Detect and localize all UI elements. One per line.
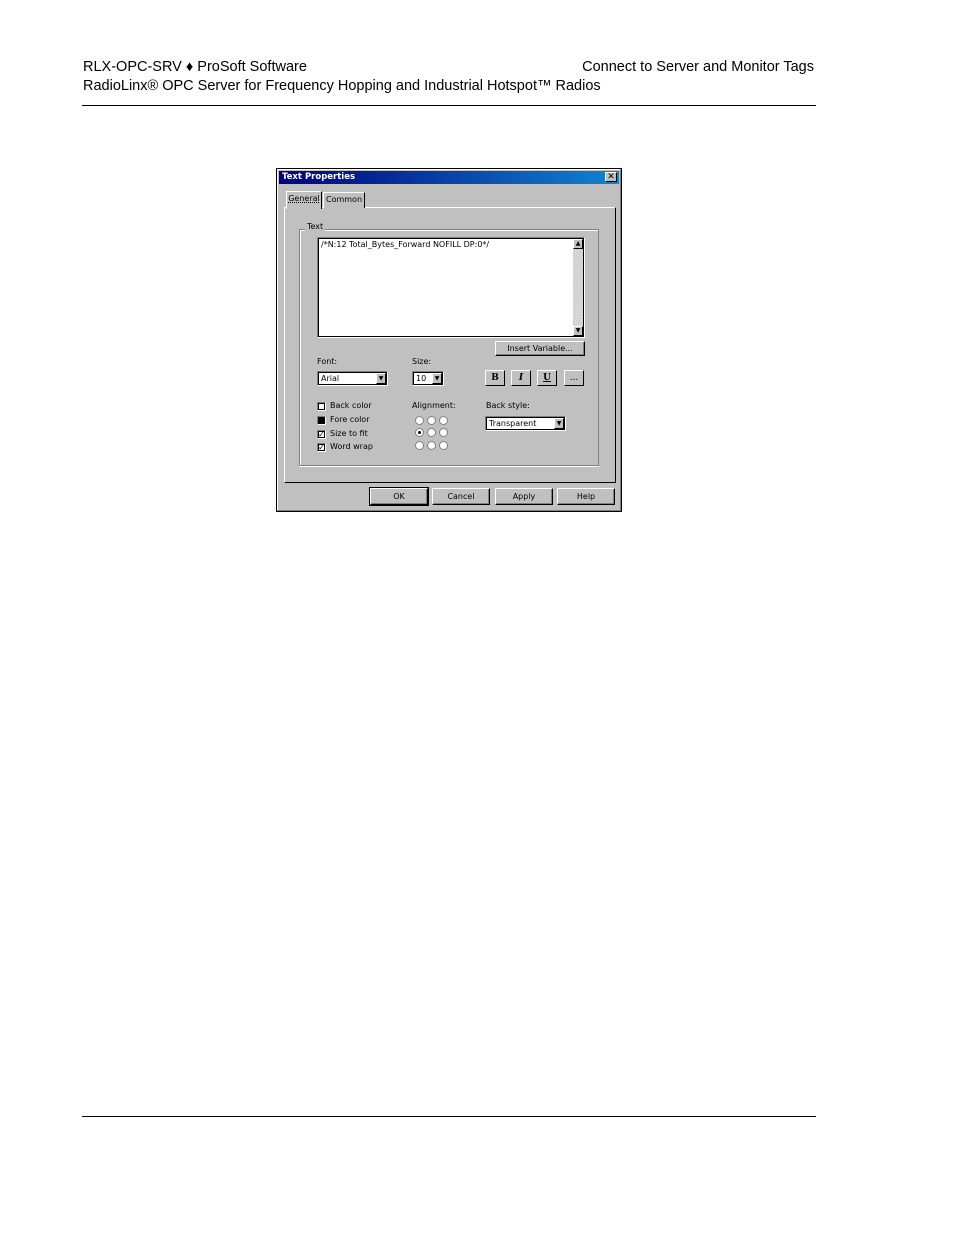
divider xyxy=(299,465,599,467)
header-rule xyxy=(82,105,816,106)
tab-common[interactable]: Common xyxy=(323,192,365,208)
text-scrollbar[interactable]: ▲ ▼ xyxy=(573,239,583,336)
align-middle-right-radio[interactable] xyxy=(439,428,448,437)
dialog-titlebar[interactable]: Text Properties ✕ xyxy=(279,171,619,184)
insert-variable-button[interactable]: Insert Variable... xyxy=(495,341,585,356)
underline-button[interactable]: U xyxy=(537,370,557,386)
cancel-button[interactable]: Cancel xyxy=(432,488,490,505)
size-select[interactable]: 10 ▼ xyxy=(412,371,444,386)
font-label: Font: xyxy=(317,357,338,366)
align-bottom-right-radio[interactable] xyxy=(439,441,448,450)
size-to-fit-label: Size to fit xyxy=(330,429,368,438)
back-style-label: Back style: xyxy=(486,401,530,410)
document-header-left: RLX-OPC-SRV ♦ ProSoft Software RadioLinx… xyxy=(83,58,601,96)
align-top-center-radio[interactable] xyxy=(427,416,436,425)
fore-color-label: Fore color xyxy=(330,415,370,424)
align-top-right-radio[interactable] xyxy=(439,416,448,425)
fore-color-checkbox[interactable] xyxy=(317,416,326,425)
size-label: Size: xyxy=(412,357,432,366)
text-properties-dialog: Text Properties ✕ General Common Text /*… xyxy=(276,168,622,512)
alignment-label: Alignment: xyxy=(412,401,456,410)
close-icon[interactable]: ✕ xyxy=(605,172,617,182)
header-section-title: Connect to Server and Monitor Tags xyxy=(582,59,814,75)
back-style-select-value: Transparent xyxy=(489,419,537,428)
apply-button[interactable]: Apply xyxy=(495,488,553,505)
align-top-left-radio[interactable] xyxy=(415,416,424,425)
tab-general[interactable]: General xyxy=(286,191,322,209)
word-wrap-label: Word wrap xyxy=(330,442,373,451)
back-style-select[interactable]: Transparent ▼ xyxy=(485,416,566,431)
back-color-label: Back color xyxy=(330,401,372,410)
ok-button[interactable]: OK xyxy=(369,487,429,506)
help-button[interactable]: Help xyxy=(557,488,615,505)
chevron-down-icon[interactable]: ▼ xyxy=(376,373,386,384)
more-format-button[interactable]: ... xyxy=(564,370,584,386)
text-group-label: Text xyxy=(305,222,326,231)
scroll-up-icon[interactable]: ▲ xyxy=(573,239,583,249)
font-select-value: Arial xyxy=(321,374,340,383)
align-middle-left-radio[interactable] xyxy=(415,428,424,437)
align-bottom-center-radio[interactable] xyxy=(427,441,436,450)
header-product-line: RLX-OPC-SRV ♦ ProSoft Software xyxy=(83,59,307,75)
scroll-down-icon[interactable]: ▼ xyxy=(573,326,583,336)
italic-button[interactable]: I xyxy=(511,370,531,386)
chevron-down-icon[interactable]: ▼ xyxy=(554,418,564,429)
bold-button[interactable]: B xyxy=(485,370,505,386)
dialog-title: Text Properties xyxy=(282,172,356,182)
align-bottom-left-radio[interactable] xyxy=(415,441,424,450)
size-to-fit-checkbox[interactable]: ✓ xyxy=(317,430,326,439)
footer-rule xyxy=(82,1116,816,1117)
align-middle-center-radio[interactable] xyxy=(427,428,436,437)
size-select-value: 10 xyxy=(416,374,427,383)
text-input[interactable]: /*N:12 Total_Bytes_Forward NOFILL DP:0*/… xyxy=(317,237,585,338)
word-wrap-checkbox[interactable]: ✓ xyxy=(317,443,326,452)
header-product-subtitle: RadioLinx® OPC Server for Frequency Hopp… xyxy=(83,78,601,94)
font-select[interactable]: Arial ▼ xyxy=(317,371,388,386)
text-input-value: /*N:12 Total_Bytes_Forward NOFILL DP:0*/ xyxy=(321,240,490,249)
back-color-checkbox[interactable] xyxy=(317,402,326,411)
chevron-down-icon[interactable]: ▼ xyxy=(432,373,442,384)
